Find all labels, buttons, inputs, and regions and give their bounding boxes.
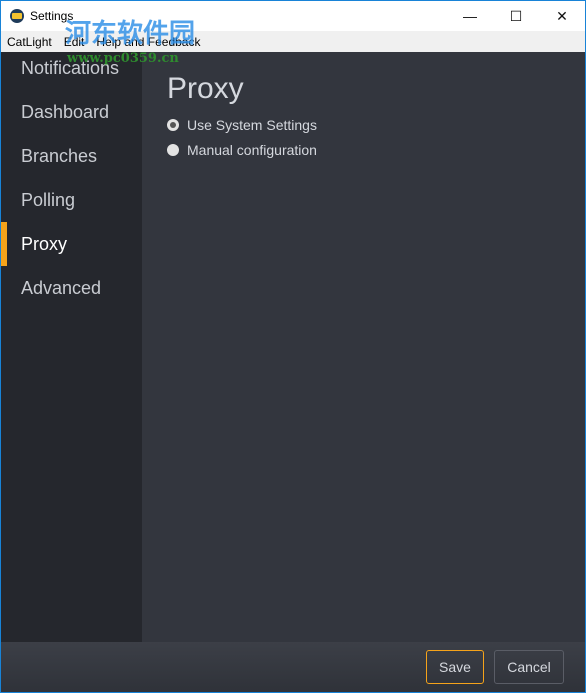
page-title: Proxy: [167, 72, 244, 105]
radio-label: Use System Settings: [187, 117, 317, 133]
radio-label: Manual configuration: [187, 142, 317, 158]
sidebar-item-proxy[interactable]: Proxy: [1, 222, 142, 266]
close-button[interactable]: ✕: [539, 1, 585, 31]
proxy-panel: Proxy Use System Settings Manual configu…: [142, 52, 585, 642]
radio-manual-configuration[interactable]: Manual configuration: [167, 142, 317, 158]
save-button[interactable]: Save: [426, 650, 484, 684]
sidebar-item-advanced[interactable]: Advanced: [1, 266, 142, 310]
radio-use-system-settings[interactable]: Use System Settings: [167, 117, 317, 133]
settings-window: Settings — ☐ ✕ CatLight Edit Help and Fe…: [0, 0, 586, 693]
cancel-button[interactable]: Cancel: [494, 650, 564, 684]
sidebar-item-polling[interactable]: Polling: [1, 178, 142, 222]
sidebar-item-branches[interactable]: Branches: [1, 134, 142, 178]
app-logo-icon: [10, 9, 24, 23]
sidebar: Notifications Dashboard Branches Polling…: [1, 52, 142, 642]
minimize-button[interactable]: —: [447, 1, 493, 31]
watermark-url: www.pc0359.cn: [67, 51, 179, 66]
watermark: 河东软件园: [65, 19, 196, 49]
maximize-button[interactable]: ☐: [493, 1, 539, 31]
radio-unchecked-icon: [167, 144, 179, 156]
sidebar-item-dashboard[interactable]: Dashboard: [1, 90, 142, 134]
radio-checked-icon: [167, 119, 179, 131]
footer: Save Cancel: [1, 642, 585, 692]
